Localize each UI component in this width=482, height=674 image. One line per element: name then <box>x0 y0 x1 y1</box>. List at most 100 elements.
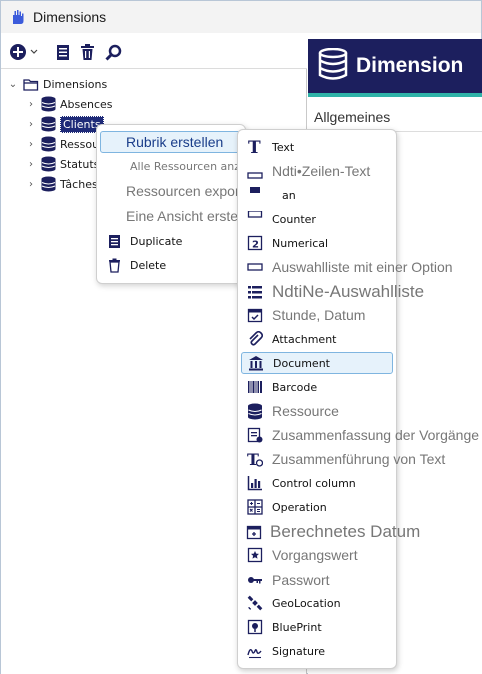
field-type-label: Numerical <box>272 236 329 250</box>
field-type-process-value[interactable]: Vorgangswert <box>238 544 396 566</box>
field-type-document[interactable]: Document <box>241 352 393 374</box>
duplicate-label: Duplicate <box>130 234 183 248</box>
delete-button[interactable] <box>80 43 95 61</box>
field-type-multiline-text[interactable]: Ndti•Zeilen-Text <box>238 160 396 182</box>
expanded-chevron-icon[interactable]: ⌄ <box>7 79 19 90</box>
tree-item[interactable]: › Statuts <box>25 154 99 174</box>
tree-item[interactable]: › Tâches <box>25 174 98 194</box>
delete-label: Delete <box>130 258 167 272</box>
field-type-geolocation[interactable]: GeoLocation <box>238 592 396 614</box>
counter-icon <box>246 210 264 228</box>
bar-chart-icon <box>246 474 264 492</box>
field-type-label: Control column <box>272 476 356 490</box>
export-menu-item[interactable]: Ressourcen exportieren > <box>97 180 287 202</box>
field-type-operation[interactable]: Operation <box>238 496 396 518</box>
numeric-2-icon: 2 <box>246 234 264 252</box>
folder-open-icon <box>23 78 39 91</box>
duplicate-menu-item[interactable]: Duplicate <box>97 231 247 251</box>
barcode-icon <box>246 378 264 396</box>
tree-item[interactable]: › Ressou <box>25 134 99 154</box>
chevron-down-icon <box>30 49 38 55</box>
field-type-label: Signature <box>272 644 326 658</box>
toolbar <box>9 41 122 63</box>
calendar-check-icon <box>246 306 264 324</box>
plus-circle-icon <box>9 43 27 61</box>
tree-item-label: Statuts <box>60 157 100 171</box>
field-type-control-column[interactable]: Control column <box>238 472 396 494</box>
field-type-text[interactable]: T Text <box>238 136 396 158</box>
field-type-label: Auswahlliste mit einer Option <box>272 259 453 275</box>
field-type-label: Barcode <box>272 380 318 394</box>
svg-text:T: T <box>248 139 261 155</box>
field-type-label: Attachment <box>272 332 337 346</box>
field-type-summary[interactable]: Zusammenfassung der Vorgänge <box>238 424 479 446</box>
field-type-numerical[interactable]: 2 Numerical <box>238 232 396 254</box>
show-all-menu-item[interactable]: Alle Ressourcen anzeigen <box>97 158 271 174</box>
add-button[interactable] <box>9 43 38 61</box>
field-type-label: Ressource <box>272 403 339 419</box>
field-type-date-time[interactable]: Stunde, Datum <box>238 304 396 326</box>
field-type-computed-date[interactable]: Berechnetes Datum <box>238 521 420 543</box>
field-type-label: Document <box>273 356 330 370</box>
collapsed-chevron-icon[interactable]: › <box>25 159 37 170</box>
field-type-blueprint[interactable]: BluePrint <box>238 616 396 638</box>
field-type-label: Operation <box>272 500 327 514</box>
field-type-label: BluePrint <box>272 620 322 634</box>
summary-icon <box>246 426 264 444</box>
field-type-submenu: T Text Ndti•Zeilen-Text an Counter 2 Num… <box>237 129 479 669</box>
calendar-calc-icon <box>246 523 262 541</box>
field-type-label: Ndti•Zeilen-Text <box>272 163 371 179</box>
key-icon <box>246 571 264 589</box>
database-icon <box>318 47 348 84</box>
field-type-attachment[interactable]: Attachment <box>238 328 396 350</box>
search-button[interactable] <box>105 44 122 61</box>
field-type-label: Zusammenfassung der Vorgänge <box>272 427 480 443</box>
create-view-menu-item[interactable]: Eine Ansicht erstellen <box>97 205 260 227</box>
svg-text:2: 2 <box>252 240 259 251</box>
satellite-icon <box>246 594 264 612</box>
field-type-label: Berechnetes Datum <box>270 522 421 541</box>
field-type-single-select[interactable]: Auswahlliste mit einer Option <box>238 256 453 278</box>
field-type-label: Zusammenführung von Text <box>272 451 446 467</box>
database-icon <box>41 176 56 192</box>
multiline-text-icon <box>246 162 264 180</box>
collapsed-chevron-icon[interactable]: › <box>25 139 37 150</box>
collapsed-chevron-icon[interactable]: › <box>25 119 37 130</box>
multi-select-icon <box>246 283 264 301</box>
delete-menu-item[interactable]: Delete <box>97 255 247 275</box>
field-type-label: Passwort <box>272 572 330 588</box>
field-type-text-merge[interactable]: T Zusammenführung von Text <box>238 448 445 470</box>
pane-divider <box>1 68 307 69</box>
database-icon <box>41 116 56 132</box>
field-type-resource[interactable]: Ressource <box>238 400 396 422</box>
signature-icon <box>246 642 264 660</box>
list-button[interactable] <box>56 44 70 61</box>
collapsed-chevron-icon[interactable]: › <box>25 99 37 110</box>
banner-title: Dimension <box>356 54 464 77</box>
field-type-label: Counter <box>272 212 316 226</box>
calculator-icon <box>246 498 264 516</box>
trash-icon <box>108 258 121 273</box>
list-document-icon <box>56 44 70 61</box>
dimension-banner: Dimension <box>308 39 482 97</box>
map-pin-icon <box>246 618 264 636</box>
field-type-multi-select[interactable]: NdtiNe-Auswahlliste <box>238 281 424 303</box>
tree-item[interactable]: › Absences <box>25 94 113 114</box>
create-field-menu-item[interactable]: Rubrik erstellen <box>100 131 244 153</box>
trash-icon <box>80 43 95 61</box>
tree-root[interactable]: ⌄ Dimensions <box>7 74 107 94</box>
tree-item-label: Absences <box>60 97 113 111</box>
building-icon <box>247 354 265 372</box>
tree-item-selected[interactable]: › Clients <box>25 114 104 134</box>
field-type-label: an <box>282 188 296 202</box>
section-title[interactable]: Allgemeines <box>314 109 390 125</box>
field-type-counter[interactable]: Counter <box>238 208 396 230</box>
field-type-password[interactable]: Passwort <box>238 569 396 591</box>
database-icon <box>41 156 56 172</box>
field-type-label: Vorgangswert <box>272 547 358 563</box>
field-type-signature[interactable]: Signature <box>238 640 396 662</box>
field-type-barcode[interactable]: Barcode <box>238 376 396 398</box>
collapsed-chevron-icon[interactable]: › <box>25 179 37 190</box>
field-type-label: Stunde, Datum <box>272 307 366 323</box>
field-type-boolean[interactable]: an <box>238 184 396 206</box>
